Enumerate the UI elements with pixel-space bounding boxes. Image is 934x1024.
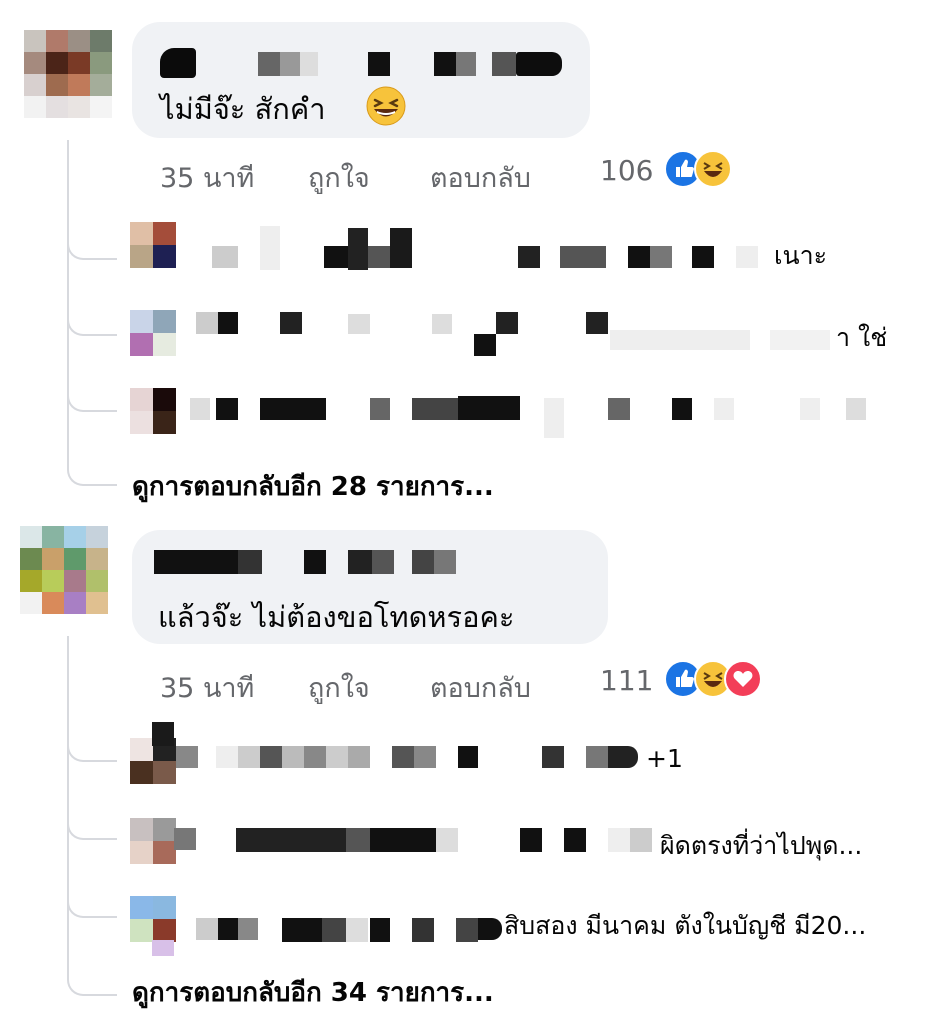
thread-branch — [67, 458, 117, 486]
thread-line — [67, 636, 69, 976]
haha-reaction-icon — [694, 150, 732, 188]
comment-bubble: ไม่มีจ๊ะ สักคำ — [132, 22, 590, 138]
avatar[interactable] — [130, 896, 176, 942]
thread-branch — [67, 232, 117, 260]
view-more-replies-link[interactable]: ดูการตอบกลับอีก 28 รายการ... — [132, 466, 494, 507]
reply-text: ผิดตรงที่ว่าไปพุด... — [660, 831, 863, 860]
reply-text: า ใช่ — [836, 323, 888, 352]
reaction-count[interactable]: 111 — [600, 664, 653, 697]
reaction-count[interactable]: 106 — [600, 154, 653, 187]
thread-branch — [67, 890, 117, 918]
thread-branch — [67, 384, 117, 412]
like-link[interactable]: ถูกใจ — [308, 156, 370, 199]
avatar-pixel — [152, 722, 174, 746]
thread-branch — [67, 734, 117, 762]
reply-link[interactable]: ตอบกลับ — [430, 666, 531, 709]
avatar[interactable] — [130, 818, 176, 864]
avatar[interactable] — [130, 310, 176, 356]
comment-text: ไม่มีจ๊ะ สักคำ — [160, 92, 326, 126]
reply-text: เนาะ — [774, 241, 828, 270]
reply-link[interactable]: ตอบกลับ — [430, 156, 531, 199]
avatar-pixel — [152, 940, 174, 956]
view-more-replies-link[interactable]: ดูการตอบกลับอีก 34 รายการ... — [132, 972, 494, 1013]
comment-text: แล้วจ๊ะ ไม่ต้องขอโทดหรอคะ — [158, 600, 515, 634]
avatar[interactable] — [130, 222, 176, 268]
like-link[interactable]: ถูกใจ — [308, 666, 370, 709]
timestamp[interactable]: 35 นาที — [160, 156, 254, 199]
avatar[interactable] — [24, 30, 112, 118]
thread-branch — [67, 968, 117, 996]
thread-branch — [67, 812, 117, 840]
reply-text: สิบสอง มีนาคม ตังในบัญชี มี20... — [504, 911, 867, 940]
comment-bubble: แล้วจ๊ะ ไม่ต้องขอโทดหรอคะ — [132, 530, 608, 644]
laughing-emoji-icon — [366, 86, 406, 130]
timestamp[interactable]: 35 นาที — [160, 666, 254, 709]
thread-branch — [67, 308, 117, 336]
thread-line — [67, 140, 69, 460]
reply-text: +1 — [646, 744, 683, 773]
love-reaction-icon — [724, 660, 762, 698]
avatar[interactable] — [20, 526, 108, 614]
avatar[interactable] — [130, 388, 176, 434]
